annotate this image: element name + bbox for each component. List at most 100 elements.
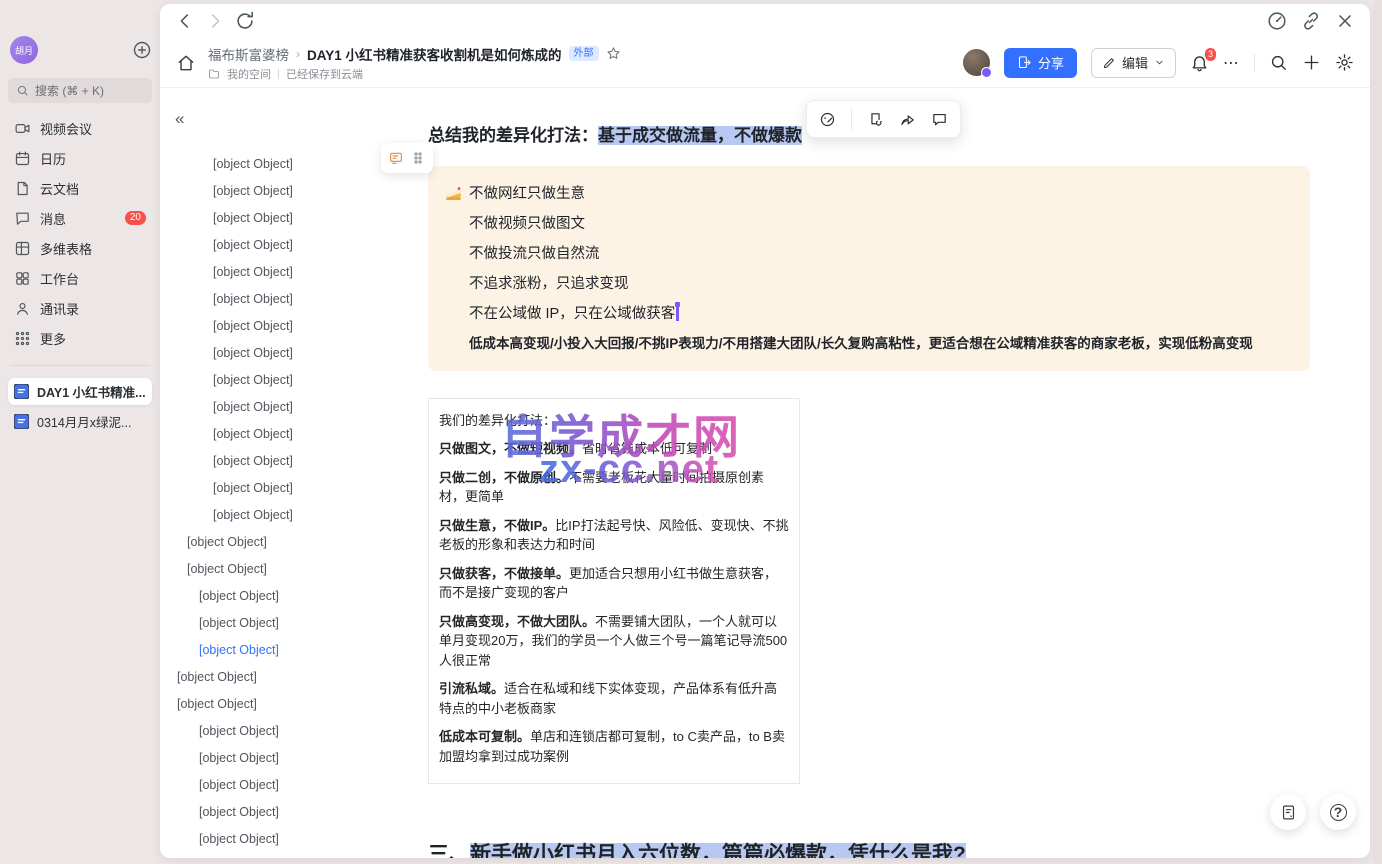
sidebar-nav-item[interactable]: 日历: [8, 143, 152, 173]
outline-item[interactable]: [object Object]: [175, 583, 408, 610]
drag-handle-icon[interactable]: [410, 150, 426, 166]
search-doc-icon[interactable]: [1269, 53, 1288, 72]
sidebar-doc-item[interactable]: DAY1 小红书精准...: [8, 378, 152, 405]
app-sidebar: 胡月 搜索 (⌘ + K) 视频会议 日历 云文档: [0, 0, 160, 864]
breadcrumb-parent[interactable]: 福布斯富婆榜: [208, 44, 289, 64]
space-name[interactable]: 我的空间: [227, 66, 271, 82]
sidebar-nav-item[interactable]: 更多: [8, 323, 152, 353]
notifications-icon[interactable]: 3: [1190, 53, 1209, 72]
outline-item[interactable]: [object Object]: [175, 772, 408, 799]
forward-icon[interactable]: [204, 10, 226, 32]
callout-lines: 不做网红只做生意不做视频只做图文不做投流只做自然流不追求涨粉，只追求变现不在公域…: [445, 179, 1292, 329]
forward-share-icon[interactable]: [899, 111, 916, 128]
star-icon[interactable]: [606, 46, 621, 61]
nav-icon: [14, 210, 31, 227]
outline-item[interactable]: [object Object]: [175, 151, 408, 178]
outline-item[interactable]: [object Object]: [175, 178, 408, 205]
notification-badge: 3: [1204, 47, 1217, 62]
browser-bar: [160, 4, 1370, 38]
header-divider: [1254, 54, 1255, 72]
outline-item[interactable]: [object Object]: [175, 394, 408, 421]
doc-feedback-button[interactable]: [1270, 794, 1306, 830]
outline-item[interactable]: [object Object]: [175, 610, 408, 637]
outline-item[interactable]: [object Object]: [175, 556, 408, 583]
image-paragraph: 只做获客，不做接单。更加适合只想用小红书做生意获客，而不是接广变现的客户: [439, 564, 789, 603]
doc-header: 福布斯富婆榜 › DAY1 小红书精准获客收割机是如何炼成的 外部 我的空间 已…: [160, 38, 1370, 88]
outline-item[interactable]: [object Object]: [175, 286, 408, 313]
collab-caret: [676, 305, 679, 321]
performance-icon[interactable]: [1266, 10, 1288, 32]
share-doc-icon: [1017, 55, 1032, 70]
outline-item[interactable]: [object Object]: [175, 340, 408, 367]
doc-title[interactable]: DAY1 小红书精准获客收割机是如何炼成的: [307, 44, 562, 64]
text-style-icon[interactable]: [819, 111, 836, 128]
outline-item[interactable]: [object Object]: [175, 421, 408, 448]
outline-item[interactable]: [object Object]: [175, 502, 408, 529]
selection-toolbar: [806, 100, 961, 138]
content-image[interactable]: 我们的差异化打法： 只做图文，不做短视频。省时省钱成本低可复制只做二创，不做原创…: [428, 398, 800, 784]
back-icon[interactable]: [174, 10, 196, 32]
user-avatar[interactable]: 胡月: [10, 36, 38, 64]
copy-doc-link-icon[interactable]: [867, 111, 884, 128]
comment-icon[interactable]: [931, 111, 948, 128]
outline-item[interactable]: [object Object]: [175, 313, 408, 340]
more-icon[interactable]: ⋯: [1223, 53, 1240, 73]
outline-item[interactable]: [object Object]: [175, 637, 408, 664]
sidebar-nav-item[interactable]: 通讯录: [8, 293, 152, 323]
search-placeholder: 搜索 (⌘ + K): [35, 82, 104, 99]
image-paragraph: 低成本可复制。单店和连锁店都可复制，to C卖产品，to B卖加盟均拿到过成功案…: [439, 727, 789, 766]
image-paragraph: 只做二创，不做原创。不需要老板花大量时间拍摄原创素材，更简单: [439, 468, 789, 507]
new-doc-icon[interactable]: [1302, 53, 1321, 72]
collapse-outline-icon[interactable]: «: [175, 109, 184, 128]
outline-item[interactable]: [object Object]: [175, 691, 408, 718]
close-icon[interactable]: [1334, 10, 1356, 32]
gear-icon[interactable]: [1335, 53, 1354, 72]
share-button[interactable]: 分享: [1004, 48, 1077, 78]
sidebar-doc-item[interactable]: 0314月月x绿泥...: [8, 408, 152, 435]
add-icon[interactable]: [132, 40, 152, 60]
outline-item[interactable]: [object Object]: [175, 367, 408, 394]
outline-item[interactable]: [object Object]: [175, 718, 408, 745]
nav-icon: [14, 120, 31, 137]
reload-icon[interactable]: [234, 10, 256, 32]
outline-item[interactable]: [object Object]: [175, 853, 408, 857]
outline-panel: « [object Object][object Object][object …: [160, 88, 422, 857]
bottom-section-heading[interactable]: 三、新手做小红书月入六位数，篇篇必爆款，凭什么是我?: [428, 838, 966, 858]
outline-item[interactable]: [object Object]: [175, 799, 408, 826]
sidebar-nav-item[interactable]: 消息 20: [8, 203, 152, 233]
outline-item[interactable]: [object Object]: [175, 826, 408, 853]
sidebar-nav-item[interactable]: 工作台: [8, 263, 152, 293]
callout-bold-line: 低成本高变现/小投入大回报/不挑IP表现力/不用搭建大团队/长久复购高粘性，更适…: [445, 329, 1292, 359]
callout-emoji-button-icon[interactable]: [388, 150, 404, 166]
doc-body: zx-cc.net zx-cc.net zx-cc.net zx-cc.net …: [422, 88, 1370, 857]
callout-block[interactable]: 不做网红只做生意不做视频只做图文不做投流只做自然流不追求涨粉，只追求变现不在公域…: [428, 166, 1310, 371]
copy-link-icon[interactable]: [1300, 10, 1322, 32]
outline-list: [object Object][object Object][object Ob…: [175, 151, 408, 857]
outline-item[interactable]: [object Object]: [175, 529, 408, 556]
outline-item[interactable]: [object Object]: [175, 259, 408, 286]
callout-line: 不追求涨粉，只追求变现: [445, 269, 1292, 299]
outline-item[interactable]: [object Object]: [175, 745, 408, 772]
question-icon: ?: [1330, 804, 1347, 821]
outline-item[interactable]: [object Object]: [175, 232, 408, 259]
chevron-down-icon: [1154, 57, 1165, 68]
search-input[interactable]: 搜索 (⌘ + K): [8, 78, 152, 103]
sidebar-nav-item[interactable]: 云文档: [8, 173, 152, 203]
edit-mode-button[interactable]: 编辑: [1091, 48, 1176, 78]
block-handle[interactable]: [381, 143, 433, 173]
help-button[interactable]: ?: [1320, 794, 1356, 830]
outline-item[interactable]: [object Object]: [175, 448, 408, 475]
image-paragraph: 只做高变现，不做大团队。不需要铺大团队，一个人就可以单月变现20万，我们的学员一…: [439, 612, 789, 671]
outline-item[interactable]: [object Object]: [175, 664, 408, 691]
doc-window: 福布斯富婆榜 › DAY1 小红书精准获客收割机是如何炼成的 外部 我的空间 已…: [160, 4, 1370, 858]
sidebar-nav-item[interactable]: 多维表格: [8, 233, 152, 263]
background-edge: [1373, 0, 1382, 864]
home-icon[interactable]: [176, 53, 196, 73]
outline-item[interactable]: [object Object]: [175, 475, 408, 502]
doc-comment-icon: [1280, 804, 1297, 821]
collaborator-avatar[interactable]: [963, 49, 990, 76]
image-paragraph: 引流私域。适合在私域和线下实体变现，产品体系有低升高特点的中小老板商家: [439, 679, 789, 718]
outline-item[interactable]: [object Object]: [175, 205, 408, 232]
content-area: « [object Object][object Object][object …: [160, 88, 1370, 857]
sidebar-nav-item[interactable]: 视频会议: [8, 113, 152, 143]
